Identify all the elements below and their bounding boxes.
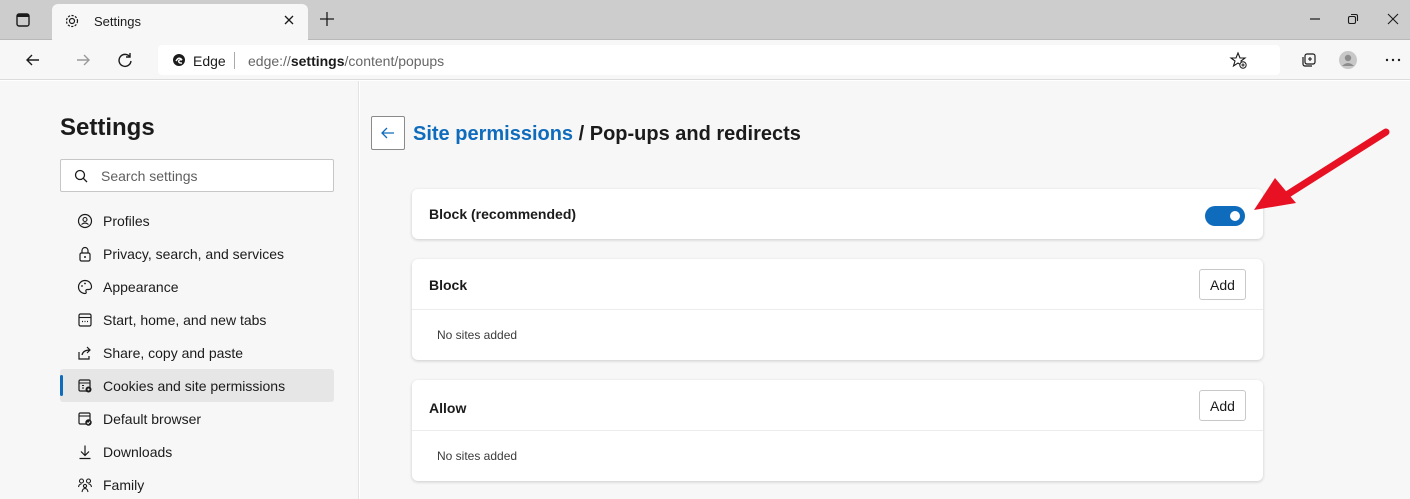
minimize-icon[interactable] bbox=[1304, 8, 1326, 30]
block-label: Block bbox=[429, 277, 468, 293]
restore-icon[interactable] bbox=[1342, 8, 1364, 30]
breadcrumb-current: Pop-ups and redirects bbox=[589, 123, 801, 145]
sidebar-item-privacy[interactable]: Privacy, search, and services bbox=[60, 237, 334, 270]
tab-settings[interactable]: Settings bbox=[52, 4, 308, 40]
divider bbox=[412, 309, 1263, 310]
back-arrow-icon[interactable] bbox=[22, 49, 44, 71]
collections-icon[interactable] bbox=[1298, 49, 1320, 71]
block-card: Block Add No sites added bbox=[412, 259, 1263, 360]
search-box[interactable] bbox=[60, 159, 334, 192]
allow-empty-text: No sites added bbox=[437, 449, 518, 463]
search-icon bbox=[74, 169, 88, 183]
sidebar-item-appearance[interactable]: Appearance bbox=[60, 270, 334, 303]
palette-icon bbox=[77, 279, 93, 295]
sidebar-item-family[interactable]: Family bbox=[60, 468, 334, 499]
sidebar-item-label: Privacy, search, and services bbox=[103, 246, 285, 262]
settings-sidebar: Settings Profiles Privacy, search, and s… bbox=[0, 81, 359, 499]
block-add-button[interactable]: Add bbox=[1199, 269, 1246, 300]
sidebar-item-label: Profiles bbox=[103, 213, 150, 229]
annotation-arrow-icon bbox=[1254, 128, 1390, 210]
block-recommended-toggle[interactable] bbox=[1205, 206, 1245, 226]
tab-actions-icon[interactable] bbox=[14, 11, 32, 29]
divider bbox=[412, 430, 1263, 431]
gear-icon bbox=[65, 14, 79, 28]
sidebar-item-label: Default browser bbox=[103, 411, 202, 427]
sidebar-item-label: Share, copy and paste bbox=[103, 345, 244, 361]
edge-logo-icon bbox=[173, 54, 185, 66]
family-icon bbox=[77, 478, 93, 493]
tab-title: Settings bbox=[94, 14, 141, 29]
address-separator bbox=[234, 52, 235, 69]
more-menu-icon[interactable] bbox=[1382, 49, 1404, 71]
lock-icon bbox=[79, 246, 91, 262]
sidebar-item-profiles[interactable]: Profiles bbox=[60, 204, 334, 237]
allow-card: Allow Add No sites added bbox=[412, 380, 1263, 481]
search-input[interactable] bbox=[101, 166, 321, 186]
block-recommended-card: Block (recommended) bbox=[412, 189, 1263, 239]
back-arrow-icon bbox=[381, 127, 394, 139]
sidebar-item-label: Start, home, and new tabs bbox=[103, 312, 267, 328]
scheme-label: Edge bbox=[193, 53, 226, 69]
allow-add-button[interactable]: Add bbox=[1199, 390, 1246, 421]
favorite-add-icon[interactable] bbox=[1228, 50, 1248, 70]
page-title: Site permissions / Pop-ups and redirects bbox=[413, 123, 801, 146]
sidebar-item-cookies[interactable]: Cookies and site permissions bbox=[60, 369, 334, 402]
sidebar-item-label: Downloads bbox=[103, 444, 173, 460]
address-toolbar: Edge edge://settings/content/popups bbox=[0, 40, 1410, 80]
breadcrumb-separator: / bbox=[573, 123, 590, 145]
breadcrumb-link-site-permissions[interactable]: Site permissions bbox=[413, 123, 573, 145]
refresh-icon[interactable] bbox=[114, 49, 136, 71]
close-icon[interactable] bbox=[280, 11, 298, 29]
address-bar[interactable]: Edge edge://settings/content/popups bbox=[158, 45, 1280, 75]
profile-icon bbox=[77, 213, 93, 229]
default-browser-icon bbox=[78, 412, 92, 426]
active-indicator bbox=[60, 375, 63, 396]
allow-label: Allow bbox=[429, 400, 467, 416]
profile-avatar-icon[interactable] bbox=[1337, 49, 1359, 71]
sidebar-item-share[interactable]: Share, copy and paste bbox=[60, 336, 334, 369]
back-button[interactable] bbox=[371, 116, 405, 150]
new-tab-icon[interactable] bbox=[316, 8, 338, 30]
forward-arrow-icon[interactable] bbox=[72, 49, 94, 71]
sidebar-item-default-browser[interactable]: Default browser bbox=[60, 402, 334, 435]
sidebar-item-label: Family bbox=[103, 477, 145, 493]
home-tabs-icon bbox=[78, 313, 92, 327]
sidebar-item-label: Appearance bbox=[103, 279, 179, 295]
block-empty-text: No sites added bbox=[437, 328, 518, 342]
cookies-icon bbox=[78, 379, 92, 393]
window-close-icon[interactable] bbox=[1382, 8, 1404, 30]
sidebar-item-start-home[interactable]: Start, home, and new tabs bbox=[60, 303, 334, 336]
sidebar-item-downloads[interactable]: Downloads bbox=[60, 435, 334, 468]
block-recommended-label: Block (recommended) bbox=[429, 206, 577, 222]
sidebar-title: Settings bbox=[60, 114, 155, 141]
sidebar-item-label: Cookies and site permissions bbox=[103, 378, 286, 394]
tab-strip: Settings bbox=[0, 0, 1410, 40]
download-icon bbox=[79, 445, 91, 460]
share-icon bbox=[78, 346, 91, 360]
url-text[interactable]: edge://settings/content/popups bbox=[248, 53, 444, 69]
toggle-knob bbox=[1230, 211, 1240, 221]
